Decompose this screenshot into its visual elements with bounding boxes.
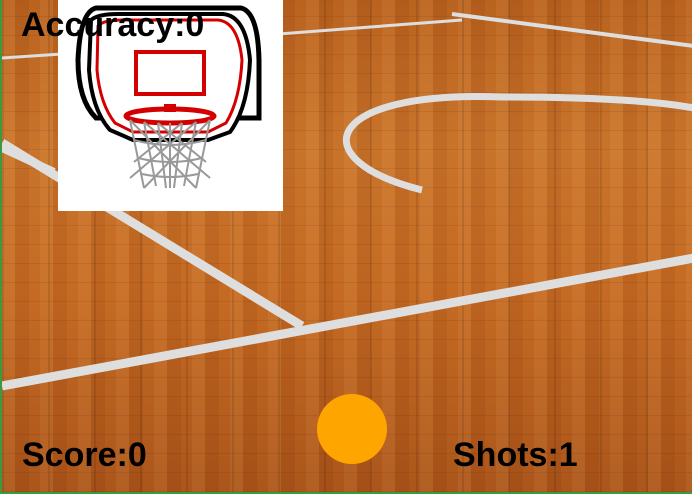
free-throw-line <box>2 253 692 391</box>
shots-display: Shots:1 <box>453 438 578 472</box>
shots-label: Shots: <box>453 436 559 474</box>
score-display: Score:0 <box>22 438 147 472</box>
accuracy-label: Accuracy: <box>21 6 186 44</box>
score-label: Score: <box>22 436 128 474</box>
three-point-arc <box>342 93 692 194</box>
far-sideline <box>251 18 463 38</box>
shots-value: 1 <box>558 436 578 474</box>
basketball[interactable] <box>317 394 387 464</box>
lane-line <box>2 144 56 176</box>
game-canvas[interactable]: Accuracy:0 Score:0 Shots:1 <box>0 0 692 494</box>
accuracy-value: 0 <box>185 6 205 44</box>
accuracy-display: Accuracy:0 <box>21 8 204 42</box>
far-line <box>451 12 692 48</box>
far-line-left <box>2 52 63 60</box>
score-value: 0 <box>127 436 147 474</box>
